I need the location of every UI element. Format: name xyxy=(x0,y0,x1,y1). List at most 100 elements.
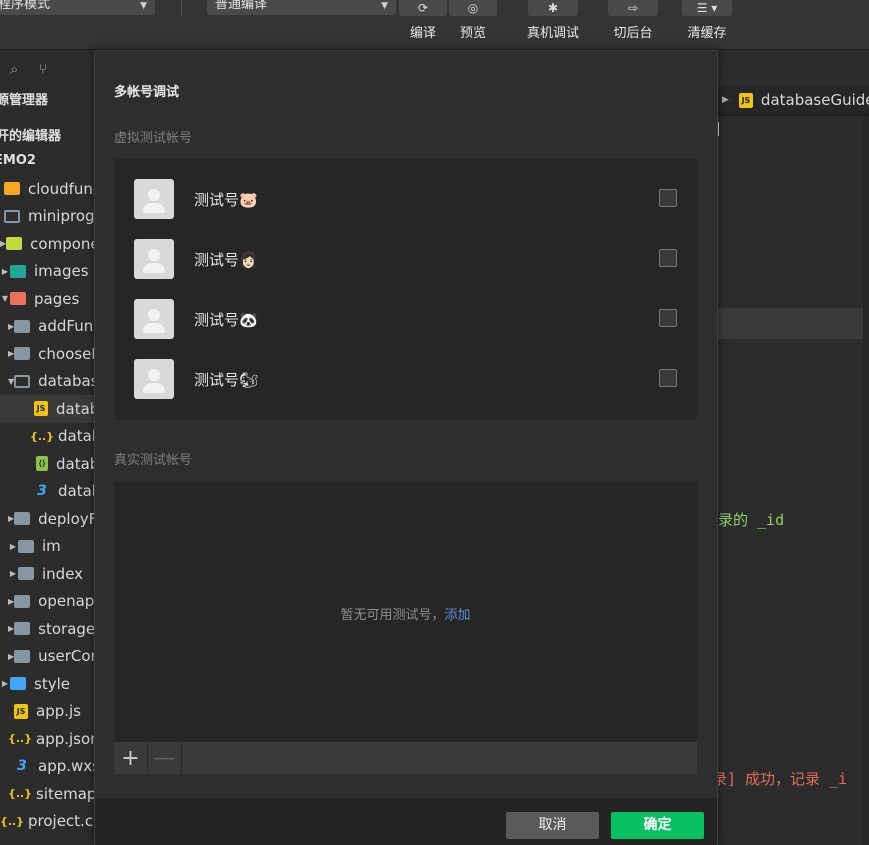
account-checkbox[interactable] xyxy=(659,309,677,327)
json-file-icon: {..} xyxy=(29,429,55,443)
tree-item-chooselib[interactable]: ▶ chooseLib xyxy=(0,340,94,368)
js-file-icon: JS xyxy=(34,401,48,417)
account-row[interactable]: 测试号🐷 xyxy=(134,179,677,219)
refresh-icon: ⟳ xyxy=(399,0,447,16)
preview-label: 预览 xyxy=(459,26,486,41)
code-line: 录] 成功，记录 _i xyxy=(712,770,848,788)
tree-item-label: index xyxy=(42,564,84,583)
tree-item-label: cloudfunctions xyxy=(28,179,94,198)
explorer-toolbar: ⌕ ⑂ xyxy=(0,51,94,87)
tree-item-im[interactable]: ▶ im xyxy=(0,533,94,561)
real-account-toolbar: + — xyxy=(114,742,697,774)
components-folder-icon xyxy=(6,237,23,251)
account-checkbox[interactable] xyxy=(659,369,677,387)
bug-icon: ✱ xyxy=(528,0,578,16)
folder-icon xyxy=(14,622,31,636)
minus-icon[interactable]: — xyxy=(148,742,182,774)
folder-icon xyxy=(18,567,34,581)
remote-debug-button[interactable]: ✱ 真机调试 xyxy=(518,0,588,41)
tree-item-sitemap-json[interactable]: {..} sitemap.json xyxy=(0,780,94,808)
compile-select[interactable]: 普通编译 ▼ xyxy=(207,0,396,15)
clear-cache-button[interactable]: ☰ ▾ 清缓存 xyxy=(672,0,742,41)
chevron-down-icon: ▼ xyxy=(140,1,147,11)
tree-item-style[interactable]: ▶ style xyxy=(0,670,94,698)
folder-icon xyxy=(18,539,34,553)
tree-item-project-config[interactable]: {..} project.config.json xyxy=(0,808,94,836)
tree-item-label: databaseGuide.wxml xyxy=(56,454,94,473)
plus-icon[interactable]: + xyxy=(114,742,148,774)
account-row[interactable]: 测试号🐿 xyxy=(134,359,677,399)
file-explorer: ⌕ ⑂ 源管理器 开的编辑器 EMO2 cloudfunctions minip… xyxy=(0,51,94,845)
confirm-button[interactable]: 确定 xyxy=(611,812,704,839)
tree-item-userconsole[interactable]: ▶ userConsole xyxy=(0,643,94,671)
compile-label: 编译 xyxy=(409,26,436,41)
project-header[interactable]: EMO2 xyxy=(0,147,94,175)
account-name: 测试号🐿 xyxy=(194,370,259,389)
tree-item-databaseguide-wxss[interactable]: 3 databaseGuide.wxss xyxy=(0,478,94,506)
tree-item-label: userConsole xyxy=(38,647,94,666)
tree-item-label: addFunction xyxy=(38,317,94,336)
explorer-title: 源管理器 xyxy=(0,93,49,108)
tree-item-databaseguide-js[interactable]: JS databaseGuide.js xyxy=(0,395,94,423)
tree-item-label: images xyxy=(34,262,89,281)
compile-button[interactable]: ⟳ 编译 xyxy=(398,0,448,41)
tree-item-storage[interactable]: ▶ storage xyxy=(0,615,94,643)
avatar xyxy=(134,359,174,399)
tree-item-label: project.config.json xyxy=(28,812,94,831)
editor-scrollbar[interactable] xyxy=(863,116,869,845)
empty-state-text: 暂无可用测试号， xyxy=(340,608,445,623)
search-icon[interactable]: ⌕ xyxy=(10,60,18,78)
account-row[interactable]: 测试号🐼 xyxy=(134,299,677,339)
tree-item-components[interactable]: ▶ components xyxy=(0,230,94,258)
folder-icon xyxy=(14,512,31,526)
mode-select-value: 程序模式 xyxy=(0,0,51,12)
tree-item-label: databaseGuide.json xyxy=(58,427,94,446)
account-checkbox[interactable] xyxy=(659,189,677,207)
tree-item-deployfunctions[interactable]: ▶ deployFunctions xyxy=(0,505,94,533)
account-row[interactable]: 测试号👩🏻 xyxy=(134,239,677,279)
cancel-button[interactable]: 取消 xyxy=(506,812,599,839)
tree-item-images[interactable]: ▶ images xyxy=(0,258,94,286)
tree-item-addfunction[interactable]: ▶ addFunction xyxy=(0,313,94,341)
tree-item-index[interactable]: ▶ index xyxy=(0,560,94,588)
tree-item-pages[interactable]: ▼ pages xyxy=(0,285,94,313)
folder-open-icon xyxy=(14,374,31,388)
layers-icon: ☰ ▾ xyxy=(682,0,732,16)
tree-item-label: chooseLib xyxy=(38,344,94,363)
folder-icon xyxy=(14,649,31,663)
tree-item-miniprogram[interactable]: miniprogram xyxy=(0,203,94,231)
tree-item-label: app.js xyxy=(36,702,81,721)
json-file-icon: {..} xyxy=(0,814,25,828)
tree-item-databaseguide-json[interactable]: {..} databaseGuide.json xyxy=(0,423,94,451)
tree-item-label: app.wxss xyxy=(38,757,94,776)
tree-item-openapi[interactable]: ▶ openapi xyxy=(0,588,94,616)
switch-background-button[interactable]: ⇨ 切后台 xyxy=(598,0,668,41)
chevron-right-icon: ▶ xyxy=(9,569,17,579)
tree-item-label: databaseGuide.js xyxy=(56,399,94,418)
add-account-link[interactable]: 添加 xyxy=(445,608,471,623)
switch-icon: ⇨ xyxy=(608,0,658,16)
tree-item-app-js[interactable]: JS app.js xyxy=(0,698,94,726)
account-checkbox[interactable] xyxy=(659,249,677,267)
tree-item-cloudfunctions[interactable]: cloudfunctions xyxy=(0,175,94,203)
tree-item-label: sitemap.json xyxy=(36,784,94,803)
chevron-right-icon: ▶ xyxy=(1,679,9,689)
json-file-icon: {..} xyxy=(7,732,33,746)
tree-item-databaseguide[interactable]: ▼ databaseGuide xyxy=(0,368,94,396)
preview-button[interactable]: ◎ 预览 xyxy=(448,0,498,41)
toolbar-divider xyxy=(181,0,182,16)
tree-item-app-wxss[interactable]: 3 app.wxss xyxy=(0,753,94,781)
folder-icon xyxy=(14,347,31,361)
wxml-file-icon: ⟨⟩ xyxy=(36,456,48,472)
tree-item-app-json[interactable]: {..} app.json xyxy=(0,725,94,753)
mode-select[interactable]: 程序模式 ▼ xyxy=(0,0,155,15)
chevron-right-icon: ▶ xyxy=(9,541,17,551)
git-branch-icon[interactable]: ⑂ xyxy=(38,60,47,78)
tree-item-databaseguide-wxml[interactable]: ⟨⟩ databaseGuide.wxml xyxy=(0,450,94,478)
dialog-footer: 取消 确定 xyxy=(95,798,717,845)
account-name: 测试号👩🏻 xyxy=(194,250,258,269)
eye-icon: ◎ xyxy=(449,0,497,16)
editor-tab[interactable]: ▶ JS databaseGuide xyxy=(718,86,869,116)
dialog-title: 多帐号调试 xyxy=(114,85,180,100)
avatar xyxy=(134,299,174,339)
